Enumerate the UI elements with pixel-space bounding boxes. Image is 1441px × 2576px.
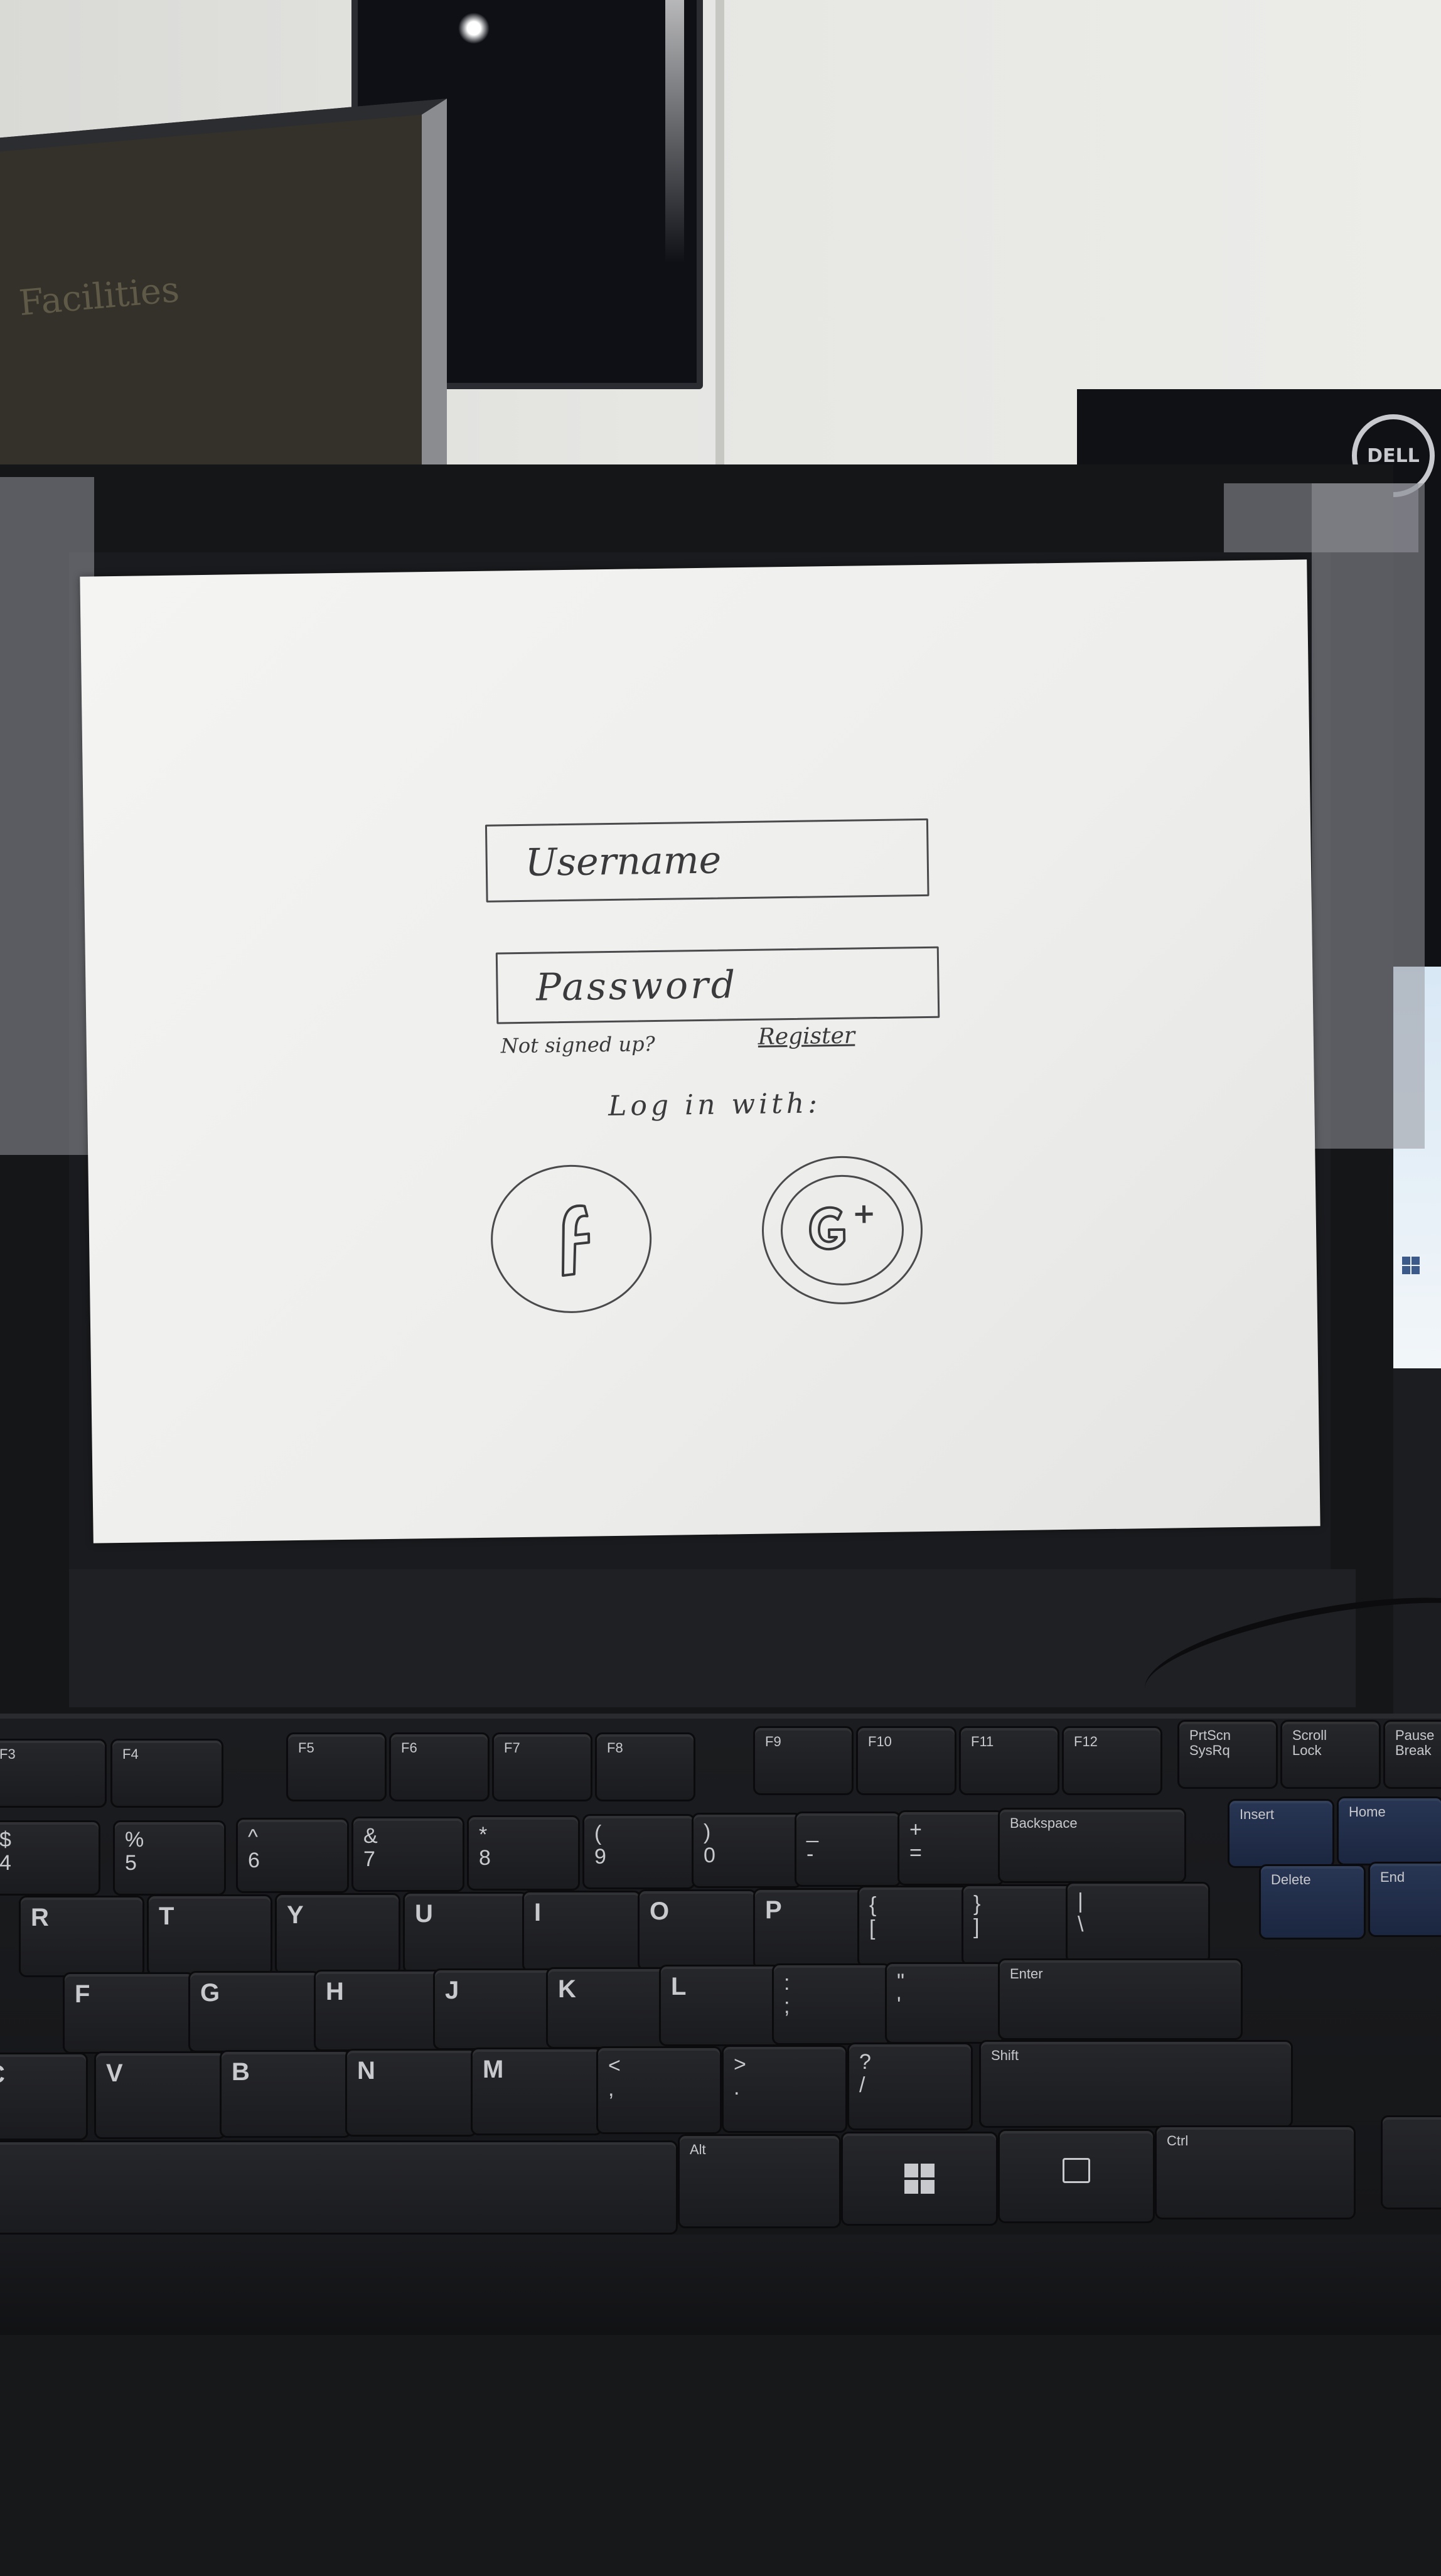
key-left-brace[interactable]: { [ xyxy=(857,1886,970,1967)
key-f4[interactable]: F4 xyxy=(110,1739,223,1808)
username-field[interactable] xyxy=(485,818,929,903)
key-ctrl-right[interactable]: Ctrl xyxy=(1155,2125,1356,2219)
password-field[interactable] xyxy=(495,946,940,1024)
facebook-login-button[interactable] xyxy=(490,1164,653,1314)
key-f10[interactable]: F10 xyxy=(856,1726,956,1795)
key-4[interactable]: $ 4 xyxy=(0,1820,100,1896)
key-backspace[interactable]: Backspace xyxy=(998,1808,1186,1883)
key-j[interactable]: J xyxy=(433,1968,559,2050)
key-6[interactable]: ^ 6 xyxy=(236,1818,349,1893)
key-5[interactable]: % 5 xyxy=(113,1820,226,1896)
key-f11[interactable]: F11 xyxy=(959,1726,1059,1795)
key-windows[interactable] xyxy=(841,2132,998,2226)
paper-prototype: Not signed up? Register Log in with: xyxy=(80,559,1320,1543)
key-f8[interactable]: F8 xyxy=(595,1732,695,1801)
key-pause-break[interactable]: Pause Break xyxy=(1383,1720,1441,1789)
key-comma[interactable]: < , xyxy=(596,2046,722,2134)
key-space[interactable] xyxy=(0,2140,678,2235)
photo-scene: Facilities DELL Not signed up? Register … xyxy=(0,0,1441,2576)
key-arrow-left[interactable] xyxy=(1381,2115,1441,2209)
key-v[interactable]: V xyxy=(94,2051,226,2139)
key-r[interactable]: R xyxy=(19,1896,144,1977)
key-menu[interactable] xyxy=(998,2129,1155,2223)
key-f7[interactable]: F7 xyxy=(492,1732,592,1801)
windows-icon xyxy=(904,2164,935,2194)
key-shift-right[interactable]: Shift xyxy=(979,2040,1293,2128)
not-signed-up-text: Not signed up? xyxy=(500,1032,655,1058)
login-with-label: Log in with: xyxy=(608,1087,822,1123)
key-t[interactable]: T xyxy=(147,1894,272,1976)
key-scroll-lock[interactable]: Scroll Lock xyxy=(1280,1720,1381,1789)
key-delete[interactable]: Delete xyxy=(1259,1864,1366,1940)
key-f5[interactable]: F5 xyxy=(286,1732,387,1801)
key-right-brace[interactable]: } ] xyxy=(962,1884,1074,1966)
key-backslash[interactable]: | \ xyxy=(1066,1882,1210,1963)
login-screen-sketch: Not signed up? Register Log in with: xyxy=(80,559,1320,1543)
key-slash[interactable]: ? / xyxy=(847,2042,973,2130)
key-equals[interactable]: + = xyxy=(897,1810,1004,1886)
whiteboard-edge xyxy=(715,0,724,477)
key-7[interactable]: & 7 xyxy=(351,1817,464,1892)
key-m[interactable]: M xyxy=(471,2047,603,2135)
key-f[interactable]: F xyxy=(63,1972,195,2054)
tape-top-right xyxy=(1224,483,1418,552)
key-9[interactable]: ( 9 xyxy=(582,1814,695,1889)
facebook-icon xyxy=(561,1204,591,1277)
key-b[interactable]: B xyxy=(220,2050,351,2138)
key-f9[interactable]: F9 xyxy=(753,1726,854,1795)
key-0[interactable]: ) 0 xyxy=(692,1813,802,1888)
google-plus-login-button[interactable] xyxy=(761,1155,924,1306)
key-home[interactable]: Home xyxy=(1337,1796,1441,1865)
key-alt-right[interactable]: Alt xyxy=(678,2134,841,2228)
key-i[interactable]: I xyxy=(522,1891,641,1972)
tape-right xyxy=(1312,483,1425,1149)
windows-icon xyxy=(1402,1257,1420,1274)
key-f6[interactable]: F6 xyxy=(389,1732,490,1801)
key-print-screen[interactable]: PrtScn SysRq xyxy=(1177,1720,1278,1789)
desk xyxy=(0,2335,1441,2576)
key-end[interactable]: End xyxy=(1368,1862,1441,1937)
key-minus[interactable]: _ - xyxy=(795,1811,901,1887)
key-f12[interactable]: F12 xyxy=(1062,1726,1162,1795)
key-y[interactable]: Y xyxy=(275,1893,400,1975)
key-n[interactable]: N xyxy=(345,2049,477,2137)
key-period[interactable]: > . xyxy=(722,2045,847,2133)
google-plus-inner-ring xyxy=(779,1174,905,1287)
menu-icon xyxy=(1063,2158,1090,2184)
key-quote[interactable]: " ' xyxy=(885,1962,1004,2044)
register-link[interactable]: Register xyxy=(758,1023,855,1050)
key-l[interactable]: L xyxy=(659,1965,785,2046)
key-p[interactable]: P xyxy=(753,1888,872,1970)
key-g[interactable]: G xyxy=(188,1971,320,2053)
google-plus-icon xyxy=(808,1205,873,1251)
key-f3[interactable]: F3 xyxy=(0,1739,107,1808)
key-enter[interactable]: Enter xyxy=(998,1958,1243,2040)
key-k[interactable]: K xyxy=(546,1967,672,2049)
tv-glare xyxy=(665,0,684,264)
key-semicolon[interactable]: : ; xyxy=(772,1963,891,2045)
key-8[interactable]: * 8 xyxy=(467,1815,580,1891)
key-insert[interactable]: Insert xyxy=(1228,1799,1334,1868)
key-o[interactable]: O xyxy=(638,1889,757,1971)
key-u[interactable]: U xyxy=(403,1892,528,1973)
key-h[interactable]: H xyxy=(314,1970,446,2051)
ceiling-light xyxy=(458,13,490,44)
key-c[interactable]: C xyxy=(0,2053,88,2140)
